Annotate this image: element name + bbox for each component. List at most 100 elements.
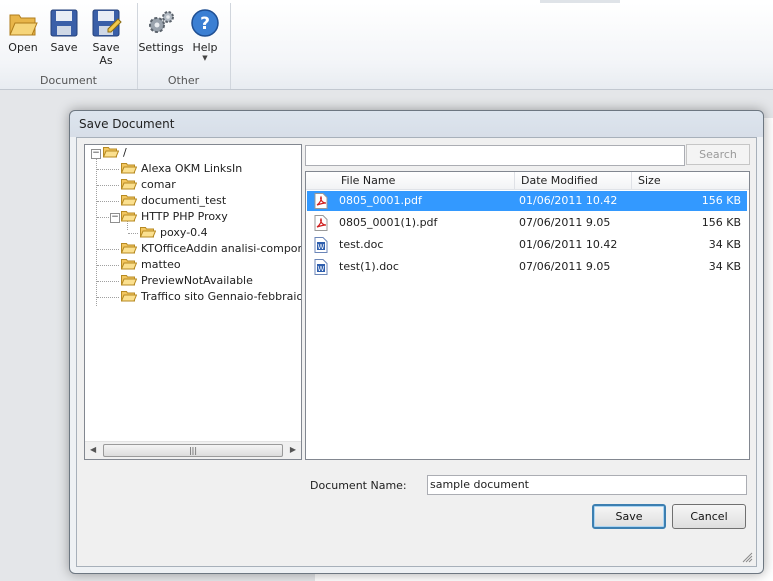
tree-guide [97,185,119,186]
svg-text:W: W [318,243,325,251]
dialog-title: Save Document [79,117,175,131]
folder-icon [121,179,137,190]
file-date: 01/06/2011 10.42 [519,194,618,207]
tree-guide [97,169,119,170]
svg-text:W: W [318,265,325,273]
folder-icon [121,259,137,270]
file-list[interactable]: File Name Date Modified Size 0805_0001.p… [305,171,750,460]
help-icon: ? [191,9,219,37]
folder-icon [121,243,137,254]
tree-item[interactable]: matteo [121,257,181,273]
folder-open-icon [121,211,137,222]
help-label: Help [192,41,218,54]
help-button[interactable]: ? Help ▼ [185,7,225,62]
file-name: test.doc [339,238,384,251]
folder-icon [121,195,137,206]
search-button[interactable]: Search [686,144,750,165]
tree-item[interactable]: Traffico sito Gennaio-febbraio 20 [121,289,302,305]
floppy-disk-icon [50,9,78,37]
scroll-left-icon[interactable]: ◀ [90,445,96,454]
tree-item[interactable]: KTOfficeAddin analisi-comportam [121,241,302,257]
file-size: 156 KB [701,216,741,229]
scrollbar-thumb[interactable]: ||| [103,444,283,457]
tree-item[interactable]: comar [121,177,176,193]
tree-item-label: matteo [141,258,181,271]
file-row[interactable]: W test(1).doc 07/06/2011 9.05 34 KB [307,257,747,277]
chevron-down-icon: ▼ [202,54,208,62]
resize-grip-icon[interactable] [741,551,753,563]
tree-guide [97,217,109,218]
column-header-file-name[interactable]: File Name [335,172,515,189]
save-ribbon-label: Save [50,41,78,54]
file-row[interactable]: 0805_0001(1).pdf 07/06/2011 9.05 156 KB [307,213,747,233]
folder-open-icon [9,14,38,36]
column-header-date-modified[interactable]: Date Modified [515,172,632,189]
tree-item-label: Traffico sito Gennaio-febbraio 20 [141,290,302,303]
tree-guide [97,265,119,266]
save-ribbon-button[interactable]: Save [44,7,84,54]
file-size: 34 KB [708,260,741,273]
file-row[interactable]: 0805_0001.pdf 01/06/2011 10.42 156 KB [307,191,747,211]
folder-tree[interactable]: − / Alexa OKM LinksIn comar documenti_te… [84,144,302,460]
folder-icon [121,291,137,302]
column-header-size[interactable]: Size [632,172,749,189]
tree-guide [96,159,97,306]
folder-icon [140,227,156,238]
save-document-dialog: Save Document − / Alexa OKM LinksIn coma… [69,110,764,574]
file-date: 07/06/2011 9.05 [519,216,611,229]
open-label: Open [8,41,38,54]
folder-open-icon [103,147,119,158]
tree-guide [128,233,138,234]
tree-item[interactable]: Alexa OKM LinksIn [121,161,242,177]
collapse-toggle[interactable]: − [110,213,120,223]
ribbon-group-document: Open Save Save As Document [0,3,138,89]
save-as-button[interactable]: Save As [86,7,126,67]
tree-item[interactable]: documenti_test [121,193,226,209]
file-date: 07/06/2011 9.05 [519,260,611,273]
collapse-toggle[interactable]: − [91,149,101,159]
tree-item-label: documenti_test [141,194,227,207]
tree-item-label: poxy-0.4 [160,226,208,239]
gears-icon [149,11,174,33]
dialog-body: − / Alexa OKM LinksIn comar documenti_te… [76,137,757,567]
group-label-other: Other [167,74,200,87]
file-name: 0805_0001.pdf [339,194,422,207]
file-size: 34 KB [708,238,741,251]
tree-item[interactable]: poxy-0.4 [140,225,208,241]
save-button[interactable]: Save [592,504,666,529]
tree-item-label: Alexa OKM LinksIn [141,162,243,175]
ribbon-group-other: Settings ? Help ▼ Other [137,3,231,89]
document-name-input[interactable]: sample document [427,475,747,495]
tree-item-label: PreviewNotAvailable [141,274,253,287]
ribbon: Open Save Save As Document Settings ? He… [0,3,773,90]
word-file-icon: W [314,259,328,275]
file-row[interactable]: W test.doc 01/06/2011 10.42 34 KB [307,235,747,255]
scroll-right-icon[interactable]: ▶ [290,445,296,454]
save-as-label: Save As [92,41,120,67]
file-name: 0805_0001(1).pdf [339,216,438,229]
tree-item-label: / [123,146,127,159]
file-date: 01/06/2011 10.42 [519,238,618,251]
tree-item-root[interactable]: / [103,145,127,161]
tree-guide [97,201,119,202]
file-list-header: File Name Date Modified Size [306,172,749,190]
tree-item[interactable]: HTTP PHP Proxy [121,209,228,225]
document-name-label: Document Name: [310,479,407,492]
pdf-file-icon [314,215,328,231]
search-input[interactable] [305,145,685,166]
tree-item-label: KTOfficeAddin analisi-comportam [141,242,302,255]
file-name: test(1).doc [339,260,399,273]
settings-label: Settings [138,41,184,54]
horizontal-scrollbar[interactable]: ◀ ||| ▶ [85,441,301,459]
tree-guide [97,249,119,250]
tree-item-label: HTTP PHP Proxy [141,210,228,223]
cancel-button[interactable]: Cancel [672,504,746,529]
folder-icon [121,163,137,174]
group-label-document: Document [40,74,97,87]
tree-item[interactable]: PreviewNotAvailable [121,273,253,289]
tree-guide [97,281,119,282]
floppy-disk-pencil-icon [92,9,122,37]
settings-button[interactable]: Settings [138,7,184,54]
open-button[interactable]: Open [3,7,43,54]
folder-icon [121,275,137,286]
